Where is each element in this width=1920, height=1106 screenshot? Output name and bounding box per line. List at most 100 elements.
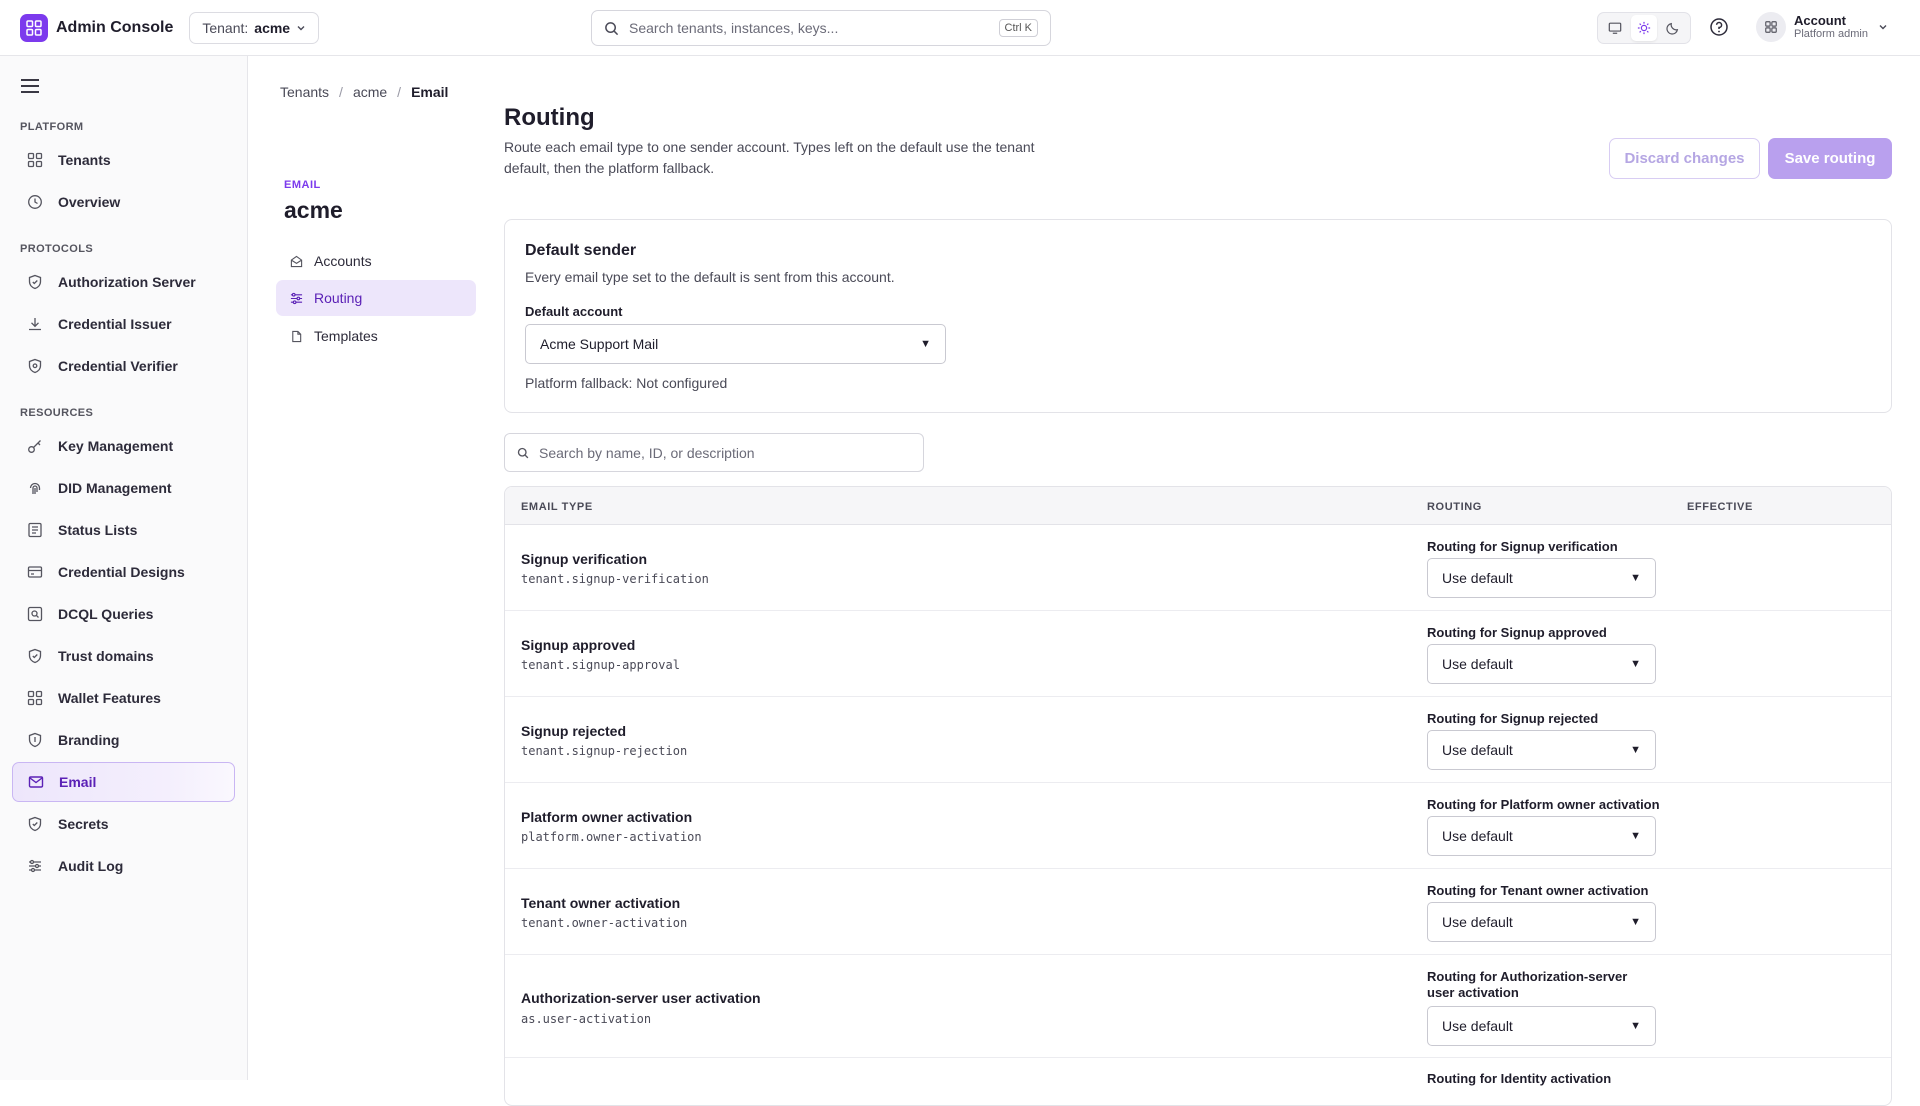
sun-icon[interactable] — [1630, 15, 1657, 41]
download-icon — [26, 315, 44, 333]
sidebar-item-authorization-server[interactable]: Authorization Server — [12, 262, 235, 302]
monitor-icon[interactable] — [1602, 15, 1628, 41]
subnav-item-label: Accounts — [314, 253, 372, 269]
sidebar-item-label: Trust domains — [58, 648, 154, 664]
sidebar-item-label: Status Lists — [58, 522, 138, 538]
email-type-key: tenant.signup-approval — [521, 658, 680, 672]
sidebar-item-credential-designs[interactable]: Credential Designs — [12, 552, 235, 592]
sidebar-item-label: Credential Issuer — [58, 316, 172, 332]
sidebar-item-tenants[interactable]: Tenants — [12, 140, 235, 180]
search-placeholder: Search tenants, instances, keys... — [629, 20, 839, 36]
query-icon — [26, 605, 44, 623]
fingerprint-icon — [26, 479, 44, 497]
sidebar-item-label: Credential Designs — [58, 564, 185, 580]
account-name: Account — [1794, 12, 1846, 28]
nav-section-platform: PLATFORM — [20, 121, 84, 133]
app-title: Admin Console — [56, 18, 174, 36]
platform-fallback-text: Platform fallback: Not configured — [525, 375, 728, 391]
default-account-select[interactable]: Acme Support Mail ▼ — [525, 324, 946, 364]
shield-icon — [26, 647, 44, 665]
sidebar-item-label: Overview — [58, 194, 121, 210]
file-icon — [290, 330, 304, 343]
sidebar-item-credential-issuer[interactable]: Credential Issuer — [12, 304, 235, 344]
sidebar-item-did-management[interactable]: DID Management — [12, 468, 235, 508]
breadcrumb: Tenants / acme / Email — [280, 84, 449, 100]
sidebar-item-label: DID Management — [58, 480, 172, 496]
column-header-email-type: EMAIL TYPE — [521, 501, 593, 513]
email-type-name: Signup approved — [521, 637, 636, 653]
caret-down-icon: ▼ — [1630, 658, 1641, 670]
brand[interactable]: Admin Console — [20, 13, 174, 42]
subnav-item-accounts[interactable]: Accounts — [276, 243, 476, 279]
sidebar-item-wallet-features[interactable]: Wallet Features — [12, 678, 235, 718]
account-role: Platform admin — [1794, 28, 1868, 41]
save-routing-button[interactable]: Save routing — [1768, 138, 1892, 179]
search-icon — [517, 447, 529, 459]
select-value: Use default — [1442, 828, 1513, 844]
key-icon — [26, 437, 44, 455]
email-type-name: Authorization-server user activation — [521, 990, 761, 1006]
grid-icon — [26, 689, 44, 707]
email-type-name: Signup rejected — [521, 723, 627, 739]
theme-toggle — [1597, 12, 1691, 44]
account-menu[interactable]: Account Platform admin — [1756, 12, 1888, 42]
sidebar-item-label: Audit Log — [58, 858, 124, 874]
sidebar-item-status-lists[interactable]: Status Lists — [12, 510, 235, 550]
sidebar-item-email[interactable]: Email — [12, 762, 235, 802]
sidebar-item-credential-verifier[interactable]: Credential Verifier — [12, 346, 235, 386]
tenant-selector-label: Tenant: — [202, 19, 249, 36]
badge-icon — [26, 731, 44, 749]
table-row: Tenant owner activation tenant.owner-act… — [505, 869, 1891, 955]
clock-icon — [26, 193, 44, 211]
moon-icon[interactable] — [1660, 15, 1686, 41]
sidebar-item-label: Secrets — [58, 816, 109, 832]
tenant-selector[interactable]: Tenant: acme — [189, 11, 320, 44]
select-value: Use default — [1442, 570, 1513, 586]
caret-down-icon: ▼ — [920, 338, 931, 350]
routing-select[interactable]: Use default ▼ — [1427, 644, 1656, 684]
sidebar-item-label: Credential Verifier — [58, 358, 178, 374]
table-row: Signup verification tenant.signup-verifi… — [505, 525, 1891, 611]
discard-changes-button[interactable]: Discard changes — [1609, 138, 1760, 179]
email-type-key: tenant.signup-rejection — [521, 744, 688, 758]
table-row: Signup approved tenant.signup-approval R… — [505, 611, 1891, 697]
sidebar-item-dcql-queries[interactable]: DCQL Queries — [12, 594, 235, 634]
subnav-item-routing[interactable]: Routing — [276, 280, 476, 316]
help-icon[interactable] — [1709, 17, 1729, 40]
sidebar-item-branding[interactable]: Branding — [12, 720, 235, 760]
subnav-item-templates[interactable]: Templates — [276, 318, 476, 354]
sidebar-item-key-management[interactable]: Key Management — [12, 426, 235, 466]
email-type-key: tenant.owner-activation — [521, 916, 688, 930]
breadcrumb-tenants[interactable]: Tenants — [280, 84, 329, 100]
menu-icon[interactable] — [20, 78, 40, 97]
shield-icon — [26, 273, 44, 291]
routing-label: Routing for Authorization-server user ac… — [1427, 969, 1628, 1000]
email-type-name: Platform owner activation — [521, 809, 693, 825]
email-type-key: as.user-activation — [521, 1012, 652, 1026]
routing-label: Routing for Signup verification — [1427, 539, 1618, 554]
sidebar-item-trust-domains[interactable]: Trust domains — [12, 636, 235, 676]
breadcrumb-tenant[interactable]: acme — [353, 84, 387, 100]
sidebar-item-audit-log[interactable]: Audit Log — [12, 846, 235, 886]
routing-select[interactable]: Use default ▼ — [1427, 730, 1656, 770]
routing-select[interactable]: Use default ▼ — [1427, 1006, 1656, 1046]
subnav-title: acme — [284, 197, 343, 223]
email-type-search-input[interactable]: Search by name, ID, or description — [504, 433, 924, 472]
column-header-routing: ROUTING — [1427, 501, 1482, 513]
sliders-icon — [26, 857, 44, 875]
app-logo-icon — [20, 13, 48, 42]
email-type-name: Signup verification — [521, 551, 648, 567]
routing-select[interactable]: Use default ▼ — [1427, 816, 1656, 856]
tenant-selector-value: acme — [254, 19, 291, 36]
routing-select[interactable]: Use default ▼ — [1427, 558, 1656, 598]
select-value: Acme Support Mail — [540, 336, 659, 352]
card-icon — [26, 563, 44, 581]
mail-icon — [27, 773, 45, 791]
routing-select[interactable]: Use default ▼ — [1427, 902, 1656, 942]
sidebar-item-overview[interactable]: Overview — [12, 182, 235, 222]
search-icon — [604, 21, 619, 36]
search-shortcut: Ctrl K — [998, 19, 1038, 37]
global-search-input[interactable]: Search tenants, instances, keys... Ctrl … — [591, 10, 1051, 46]
card-subtitle: Every email type set to the default is s… — [525, 269, 895, 285]
sidebar-item-secrets[interactable]: Secrets — [12, 804, 235, 844]
